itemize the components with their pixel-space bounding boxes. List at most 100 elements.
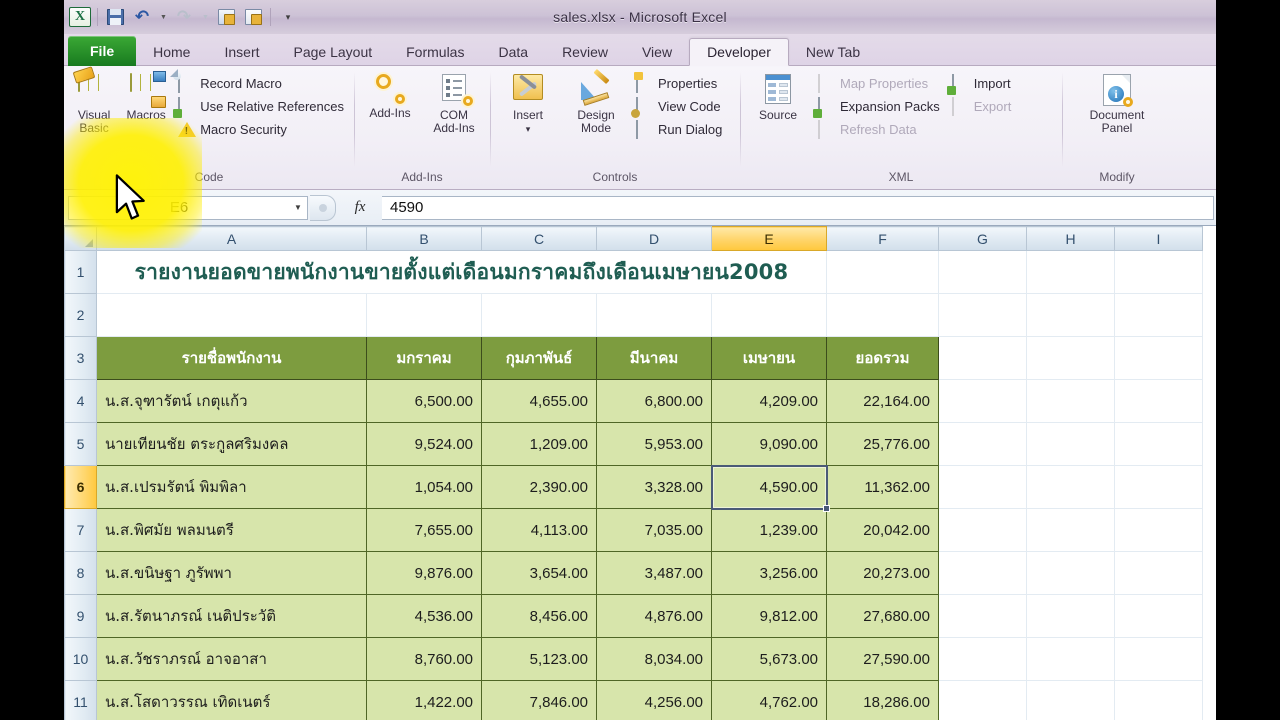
cell-h9[interactable] <box>1026 594 1115 638</box>
column-header-e[interactable]: E <box>711 226 827 251</box>
cell-b2[interactable] <box>366 293 482 337</box>
table-header-name[interactable]: รายชื่อพนักงาน <box>96 336 367 380</box>
formula-input[interactable]: 4590 <box>382 195 1214 220</box>
cell-e10[interactable]: 5,673.00 <box>711 637 827 681</box>
cell-d6[interactable]: 3,328.00 <box>596 465 712 509</box>
cell-d9[interactable]: 4,876.00 <box>596 594 712 638</box>
cell-b7[interactable]: 7,655.00 <box>366 508 482 552</box>
cell-e9[interactable]: 9,812.00 <box>711 594 827 638</box>
row-header-10[interactable]: 10 <box>64 637 97 681</box>
name-box-chevron-down-icon[interactable]: ▼ <box>289 203 307 212</box>
cell-e2[interactable] <box>711 293 827 337</box>
cell-e8[interactable]: 3,256.00 <box>711 551 827 595</box>
cell-f4[interactable]: 22,164.00 <box>826 379 939 423</box>
cell-g2[interactable] <box>938 293 1027 337</box>
cell-b9[interactable]: 4,536.00 <box>366 594 482 638</box>
cell-a4[interactable]: น.ส.จุฑารัตน์ เกตุแก้ว <box>96 379 367 423</box>
cell-e7[interactable]: 1,239.00 <box>711 508 827 552</box>
cell-g6[interactable] <box>938 465 1027 509</box>
cell-g9[interactable] <box>938 594 1027 638</box>
run-dialog-button[interactable]: Run Dialog <box>632 120 726 139</box>
cell-a11[interactable]: น.ส.โสดาวรรณ เทิดเนตร์ <box>96 680 367 720</box>
cell-i4[interactable] <box>1114 379 1203 423</box>
cell-h2[interactable] <box>1026 293 1115 337</box>
cell-c4[interactable]: 4,655.00 <box>481 379 597 423</box>
cell-i9[interactable] <box>1114 594 1203 638</box>
cell-i2[interactable] <box>1114 293 1203 337</box>
cell-g5[interactable] <box>938 422 1027 466</box>
cell-a7[interactable]: น.ส.พิศมัย พลมนตรี <box>96 508 367 552</box>
cell-h10[interactable] <box>1026 637 1115 681</box>
macro-security-button[interactable]: Macro Security <box>174 120 348 139</box>
cell-g1[interactable] <box>938 250 1027 294</box>
cell-h6[interactable] <box>1026 465 1115 509</box>
report-title-cell[interactable]: รายงานยอดขายพนักงานขายตั้งแต่เดือนมกราคม… <box>96 250 827 294</box>
cell-c11[interactable]: 7,846.00 <box>481 680 597 720</box>
cell-c7[interactable]: 4,113.00 <box>481 508 597 552</box>
map-properties-button[interactable]: Map Properties <box>814 74 944 93</box>
cell-g7[interactable] <box>938 508 1027 552</box>
row-header-4[interactable]: 4 <box>64 379 97 423</box>
view-code-button[interactable]: View Code <box>631 97 726 118</box>
design-mode-button[interactable]: Design Mode <box>564 68 628 135</box>
cell-i7[interactable] <box>1114 508 1203 552</box>
insert-function-icon[interactable]: fx <box>338 199 382 216</box>
cell-f7[interactable]: 20,042.00 <box>826 508 939 552</box>
cell-d4[interactable]: 6,800.00 <box>596 379 712 423</box>
column-header-b[interactable]: B <box>366 226 482 251</box>
export-button[interactable]: Export <box>948 97 1016 116</box>
column-header-h[interactable]: H <box>1026 226 1115 251</box>
column-header-i[interactable]: I <box>1114 226 1203 251</box>
cell-b4[interactable]: 6,500.00 <box>366 379 482 423</box>
cell-h3[interactable] <box>1026 336 1115 380</box>
cell-a8[interactable]: น.ส.ขนิษฐา ภูรัพพา <box>96 551 367 595</box>
record-macro-button[interactable]: Record Macro <box>170 69 348 93</box>
row-header-2[interactable]: 2 <box>64 293 97 337</box>
cell-i8[interactable] <box>1114 551 1203 595</box>
cell-d8[interactable]: 3,487.00 <box>596 551 712 595</box>
cell-c9[interactable]: 8,456.00 <box>481 594 597 638</box>
cell-i11[interactable] <box>1114 680 1203 720</box>
worksheet-grid[interactable]: A B C D E F G H I 1 รายงานยอดขายพนักงานข… <box>64 226 1216 720</box>
column-header-d[interactable]: D <box>596 226 712 251</box>
cell-e4[interactable]: 4,209.00 <box>711 379 827 423</box>
tab-file[interactable]: File <box>68 36 137 66</box>
tab-developer[interactable]: Developer <box>689 38 789 66</box>
cell-f10[interactable]: 27,590.00 <box>826 637 939 681</box>
cell-a9[interactable]: น.ส.รัตนาภรณ์ เนติประวัติ <box>96 594 367 638</box>
cell-c10[interactable]: 5,123.00 <box>481 637 597 681</box>
cell-f2[interactable] <box>826 293 939 337</box>
cell-f11[interactable]: 18,286.00 <box>826 680 939 720</box>
macros-button[interactable]: Macros <box>122 70 170 122</box>
cell-f8[interactable]: 20,273.00 <box>826 551 939 595</box>
cell-i6[interactable] <box>1114 465 1203 509</box>
import-button[interactable]: Import <box>946 74 1016 95</box>
cell-a2[interactable] <box>96 293 367 337</box>
cell-e5[interactable]: 9,090.00 <box>711 422 827 466</box>
table-header-march[interactable]: มีนาคม <box>596 336 712 380</box>
cell-d11[interactable]: 4,256.00 <box>596 680 712 720</box>
row-header-1[interactable]: 1 <box>64 250 97 294</box>
tab-data[interactable]: Data <box>481 38 545 66</box>
table-header-april[interactable]: เมษายน <box>711 336 827 380</box>
table-header-total[interactable]: ยอดรวม <box>826 336 939 380</box>
row-header-6[interactable]: 6 <box>64 465 97 509</box>
tab-insert[interactable]: Insert <box>207 38 276 66</box>
insert-control-chevron-icon[interactable]: ▾ <box>526 124 531 134</box>
row-header-11[interactable]: 11 <box>64 680 97 720</box>
cell-d5[interactable]: 5,953.00 <box>596 422 712 466</box>
cell-g10[interactable] <box>938 637 1027 681</box>
tab-page-layout[interactable]: Page Layout <box>277 38 390 66</box>
add-ins-button[interactable]: Add-Ins <box>360 70 420 120</box>
use-relative-references-button[interactable]: Use Relative References <box>173 97 348 118</box>
cell-h11[interactable] <box>1026 680 1115 720</box>
insert-control-button[interactable]: Insert ▾ <box>496 70 560 136</box>
tab-review[interactable]: Review <box>545 38 625 66</box>
tab-new-tab[interactable]: New Tab <box>789 38 877 66</box>
tab-view[interactable]: View <box>625 38 689 66</box>
cell-f6[interactable]: 11,362.00 <box>826 465 939 509</box>
visual-basic-button[interactable]: Visual Basic <box>70 66 118 135</box>
document-panel-button[interactable]: i Document Panel <box>1071 70 1163 135</box>
cell-c2[interactable] <box>481 293 597 337</box>
xml-source-button[interactable]: Source <box>746 70 810 122</box>
